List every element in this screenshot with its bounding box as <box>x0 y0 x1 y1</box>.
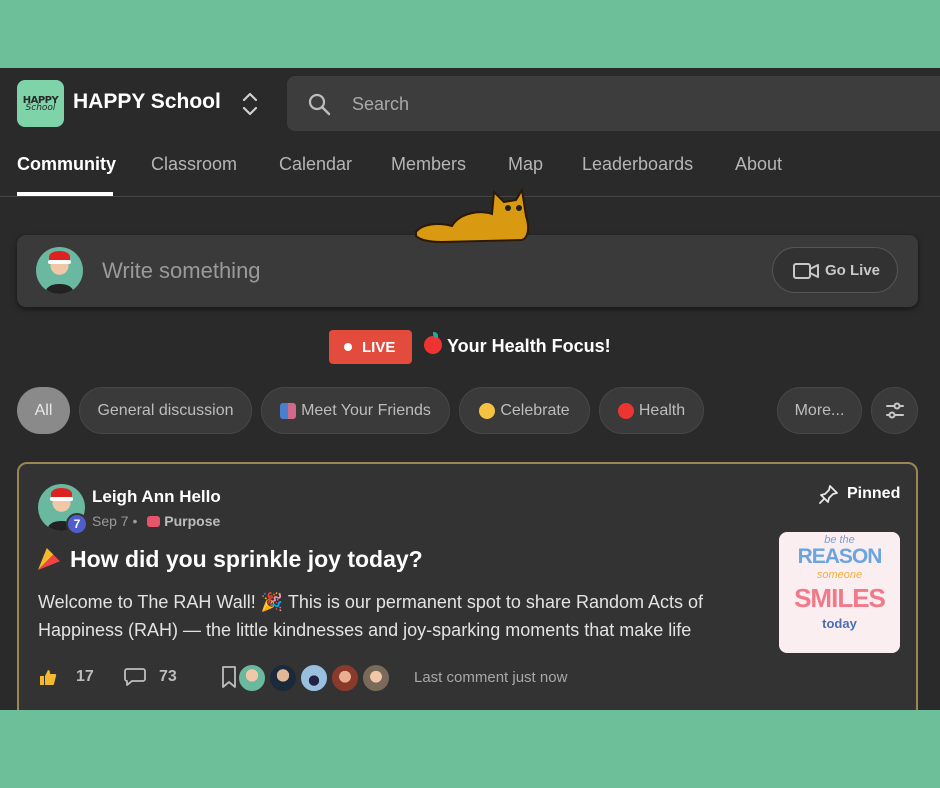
cat-icon <box>415 188 530 244</box>
comment-count: 73 <box>159 668 177 685</box>
sliders-icon <box>886 402 904 419</box>
post-title[interactable]: How did you sprinkle joy today? <box>38 546 423 573</box>
tab-leaderboards[interactable]: Leaderboards <box>582 154 693 175</box>
tab-calendar[interactable]: Calendar <box>279 154 352 175</box>
filter-chip-more[interactable]: More... <box>777 387 862 434</box>
community-logo[interactable]: HAPPY School <box>17 80 64 127</box>
pinned-post-card[interactable]: 7 Leigh Ann Hello Sep 7 • Purpose Pinned… <box>17 462 918 710</box>
live-badge: LIVE <box>329 330 412 364</box>
commenter-avatar[interactable] <box>237 663 267 693</box>
filter-chip-celebrate[interactable]: Celebrate <box>459 387 590 434</box>
app-window: HAPPY School HAPPY School Search Communi… <box>0 68 940 710</box>
post-thumbnail[interactable]: be the REASON someone SMILES today <box>779 532 900 653</box>
meta-separator: • <box>132 513 138 529</box>
filter-chip-health[interactable]: Health <box>599 387 704 434</box>
filter-chip-label: All <box>34 401 53 419</box>
live-event-title[interactable]: Your Health Focus! <box>447 336 611 357</box>
go-live-label: Go Live <box>825 262 881 279</box>
last-comment-time[interactable]: Last comment just now <box>414 669 567 686</box>
party-popper-icon <box>38 548 60 570</box>
post-meta: Sep 7 • Purpose <box>92 513 220 529</box>
pin-icon <box>819 485 838 504</box>
search-input[interactable]: Search <box>352 94 409 115</box>
chevron-up-down-icon[interactable] <box>240 90 260 118</box>
thumbnail-text: someone <box>816 569 863 581</box>
top-bar: HAPPY School HAPPY School Search <box>0 68 940 140</box>
filter-chip-label: More... <box>794 401 845 419</box>
tab-community[interactable]: Community <box>17 154 116 175</box>
party-face-icon <box>479 402 496 419</box>
live-label: LIVE <box>362 339 396 356</box>
post-title-text: How did you sprinkle joy today? <box>70 546 423 572</box>
comment-icon[interactable] <box>124 667 146 687</box>
commenter-avatar[interactable] <box>361 663 391 693</box>
commenter-avatar[interactable] <box>299 663 329 693</box>
tab-classroom[interactable]: Classroom <box>151 154 237 175</box>
filter-chip-general-discussion[interactable]: General discussion <box>79 387 252 434</box>
filter-chip-meet-your-friends[interactable]: Meet Your Friends <box>261 387 450 434</box>
level-badge: 7 <box>66 513 88 535</box>
go-live-button[interactable]: Go Live <box>772 247 898 293</box>
thumbs-up-icon[interactable] <box>39 668 57 686</box>
post-date: Sep 7 <box>92 513 129 529</box>
commenter-avatar[interactable] <box>330 663 360 693</box>
post-body: Welcome to The RAH Wall! 🎉 This is our p… <box>38 592 704 640</box>
filter-chip-label: Celebrate <box>500 401 570 419</box>
user-avatar[interactable] <box>36 247 83 294</box>
filter-chip-all[interactable]: All <box>17 387 70 434</box>
people-icon <box>280 402 297 419</box>
like-count: 17 <box>76 668 94 685</box>
thumbnail-text: SMILES <box>794 583 886 613</box>
pinned-label: Pinned <box>847 485 901 502</box>
search-bar[interactable]: Search <box>287 76 940 131</box>
tab-map[interactable]: Map <box>508 154 543 175</box>
bookmark-icon[interactable] <box>220 666 238 688</box>
post-author[interactable]: Leigh Ann Hello <box>92 487 221 507</box>
write-something-input[interactable]: Write something <box>102 258 261 284</box>
video-camera-icon <box>793 263 819 279</box>
filter-chip-label: General discussion <box>97 401 234 419</box>
heart-icon <box>147 516 161 527</box>
thumbnail-text: today <box>822 616 857 631</box>
search-icon <box>308 93 331 116</box>
commenter-avatar[interactable] <box>268 663 298 693</box>
logo-text-bottom: School <box>25 102 56 113</box>
post-footer: 17 73 Last comment just now <box>38 662 898 696</box>
live-dot-icon <box>344 343 352 351</box>
filter-chip-label: Health <box>638 401 686 419</box>
filter-settings-button[interactable] <box>871 387 918 434</box>
filter-chip-label: Meet Your Friends <box>301 401 431 419</box>
tab-about[interactable]: About <box>735 154 782 175</box>
thumbnail-text: REASON <box>797 545 883 568</box>
post-category[interactable]: Purpose <box>164 513 220 529</box>
tab-members[interactable]: Members <box>391 154 466 175</box>
apple-icon <box>617 402 634 419</box>
apple-icon <box>424 332 442 354</box>
community-name[interactable]: HAPPY School <box>73 90 221 114</box>
active-tab-indicator <box>17 192 113 196</box>
